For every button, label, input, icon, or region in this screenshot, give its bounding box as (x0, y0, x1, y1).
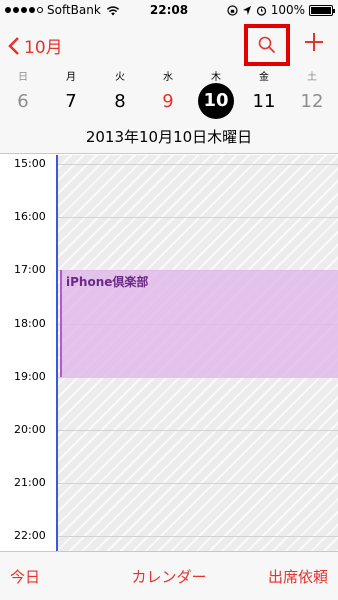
day-left-border (56, 155, 58, 551)
day-number: 12 (300, 91, 324, 112)
battery-percent: 100% (270, 3, 305, 17)
day-cell[interactable]: 木 10 (196, 67, 236, 123)
day-number: 8 (114, 91, 126, 112)
selected-date-label: 2013年10月10日木曜日 (85, 128, 253, 146)
day-cell[interactable]: 月7 (51, 67, 91, 123)
weekday-label: 木 (211, 72, 221, 83)
hour-label: 16:00 (14, 210, 46, 224)
hour-label: 20:00 (14, 423, 46, 436)
navigation-bar: 10月 (0, 22, 338, 67)
hour-gridline (57, 164, 338, 165)
hour-label: 18:00 (14, 316, 46, 330)
add-event-button[interactable] (304, 32, 324, 56)
hour-gridline (57, 483, 338, 485)
location-arrow-icon (242, 5, 251, 15)
back-to-month-button[interactable]: 10月 (8, 33, 63, 58)
day-number: 7 (65, 91, 77, 112)
selected-day-number: 10 (198, 83, 234, 119)
weekday-label: 土 (307, 72, 317, 83)
search-button[interactable] (244, 24, 290, 66)
hour-row: 15:00 (0, 157, 338, 170)
hour-gridline (57, 217, 338, 219)
week-strip: 日 6 月 7 火 8 水 9 木 10 金 11 土 12 2013年10月10日木曜日 (0, 67, 338, 154)
weekday-label: 日 (18, 72, 28, 83)
day-number: 9 (162, 91, 174, 112)
hour-gridline (57, 430, 338, 431)
chevron-left-icon (8, 36, 19, 55)
hour-label: 17:00 (14, 263, 46, 277)
weekday-label: 水 (163, 72, 173, 83)
hour-gridline (57, 376, 338, 378)
search-icon (258, 36, 275, 53)
day-cell[interactable]: 金 11 (244, 67, 284, 123)
tab-bar: 今日 カレンダー 出席依頼 (0, 551, 338, 600)
weekday-label: 火 (115, 72, 125, 83)
day-number: 11 (252, 91, 276, 112)
day-cell[interactable]: 日6 (3, 67, 43, 123)
hour-label: 21:00 (14, 476, 46, 490)
hour-gridline (57, 536, 338, 538)
rotation-lock-icon (227, 4, 238, 16)
hour-row: 21:00 (0, 476, 338, 489)
day-cell[interactable]: 水9 (148, 67, 188, 123)
hour-label: 22:00 (14, 529, 46, 543)
weekday-label: 月 (66, 72, 76, 83)
calendar-event[interactable]: iPhone倶楽部 (60, 270, 338, 377)
plus-icon (305, 33, 323, 51)
hour-row: 20:00 (0, 423, 338, 436)
battery-icon (309, 4, 335, 16)
status-bar: SoftBank 22:08 100% (0, 0, 338, 22)
hour-label: 19:00 (14, 369, 46, 383)
day-timeline[interactable]: 15:00 16:00 17:00 18:00 19:00 20:00 21:00 22:00… (0, 155, 338, 551)
inbox-button[interactable]: 出席依頼 (268, 566, 328, 587)
alarm-clock-icon (256, 5, 266, 16)
weekday-label: 金 (259, 72, 269, 83)
day-cell[interactable]: 土 12 (292, 67, 332, 123)
day-cell[interactable]: 火8 (100, 67, 140, 123)
event-title: iPhone倶楽部 (66, 275, 149, 290)
hour-label: 15:00 (14, 157, 46, 170)
hour-row: 16:00 (0, 210, 338, 223)
hour-row: 19:00 (0, 370, 338, 383)
hour-row: 22:00 (0, 529, 338, 542)
day-number: 6 (17, 91, 29, 112)
back-button-label: 10月 (24, 38, 63, 58)
